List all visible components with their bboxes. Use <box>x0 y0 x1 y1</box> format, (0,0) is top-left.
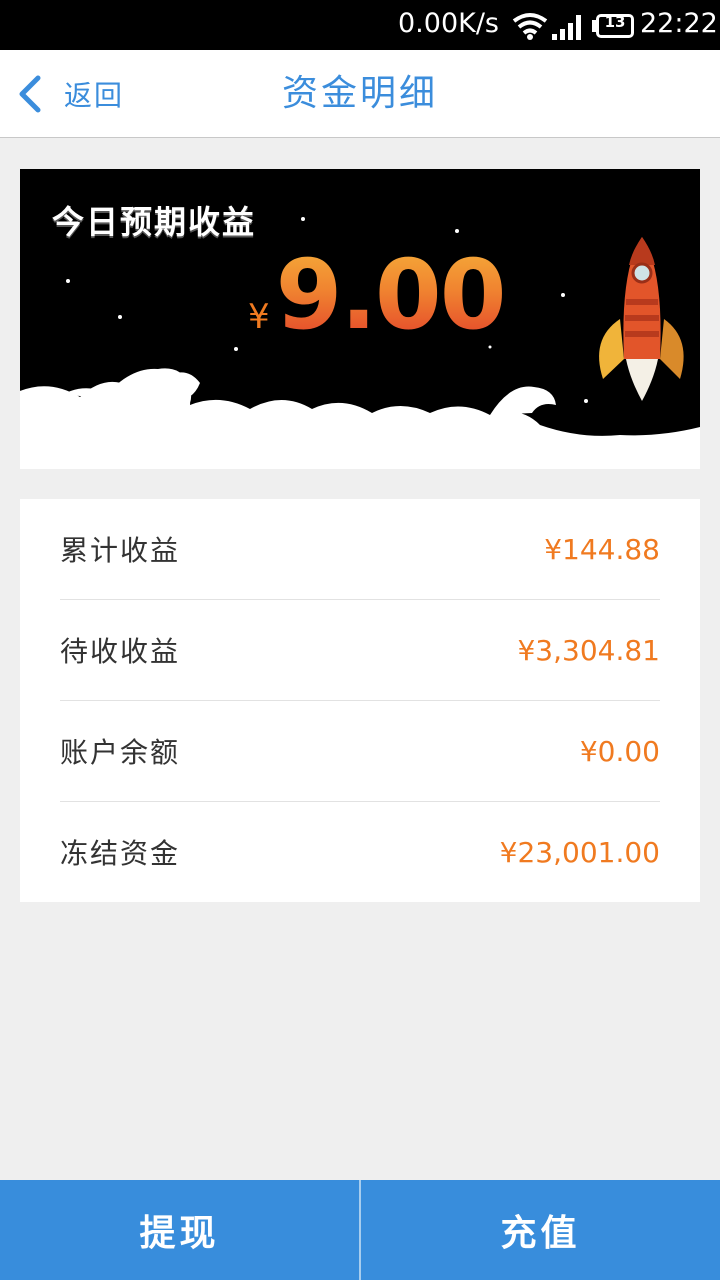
bottom-action-bar: 提现 充值 <box>0 1180 720 1280</box>
net-speed: 0.00K/s <box>398 8 499 39</box>
summary-row-balance: 账户余额 ¥0.00 <box>60 701 660 801</box>
summary-row-pending: 待收收益 ¥3,304.81 <box>60 600 660 700</box>
status-bar: 0.00K/s 13 22:22 <box>0 0 720 50</box>
summary-row-frozen: 冻结资金 ¥23,001.00 <box>60 802 660 902</box>
back-button[interactable]: 返回 <box>14 70 124 118</box>
nav-bar: 返回 资金明细 <box>0 50 720 138</box>
battery-level: 13 <box>604 13 626 31</box>
signal-icon <box>552 15 581 40</box>
recharge-button[interactable]: 充值 <box>361 1180 720 1280</box>
row-value: ¥0.00 <box>579 734 660 768</box>
funds-summary-card: 累计收益 ¥144.88 待收收益 ¥3,304.81 账户余额 ¥0.00 冻… <box>20 499 700 902</box>
expected-amount: ¥ 9.00 <box>248 239 507 351</box>
expected-amount-value: 9.00 <box>275 239 507 351</box>
wifi-icon <box>512 13 548 40</box>
currency-symbol: ¥ <box>248 297 270 337</box>
chevron-left-icon <box>19 75 41 113</box>
row-label: 账户余额 <box>60 736 181 769</box>
rocket-icon <box>599 237 684 401</box>
expected-earnings-banner: 今日预期收益 ¥ 9.00 <box>20 169 700 469</box>
withdraw-button[interactable]: 提现 <box>0 1180 359 1280</box>
back-label: 返回 <box>64 79 125 112</box>
row-value: ¥23,001.00 <box>499 835 660 869</box>
row-label: 待收收益 <box>60 635 181 668</box>
row-value: ¥3,304.81 <box>517 633 660 667</box>
battery-icon: 13 <box>596 13 634 38</box>
clock: 22:22 <box>640 8 718 39</box>
banner-headline: 今日预期收益 <box>52 203 257 241</box>
row-label: 冻结资金 <box>60 837 181 870</box>
summary-row-cumulative: 累计收益 ¥144.88 <box>60 499 660 599</box>
row-label: 累计收益 <box>60 534 181 567</box>
row-value: ¥144.88 <box>544 532 660 566</box>
